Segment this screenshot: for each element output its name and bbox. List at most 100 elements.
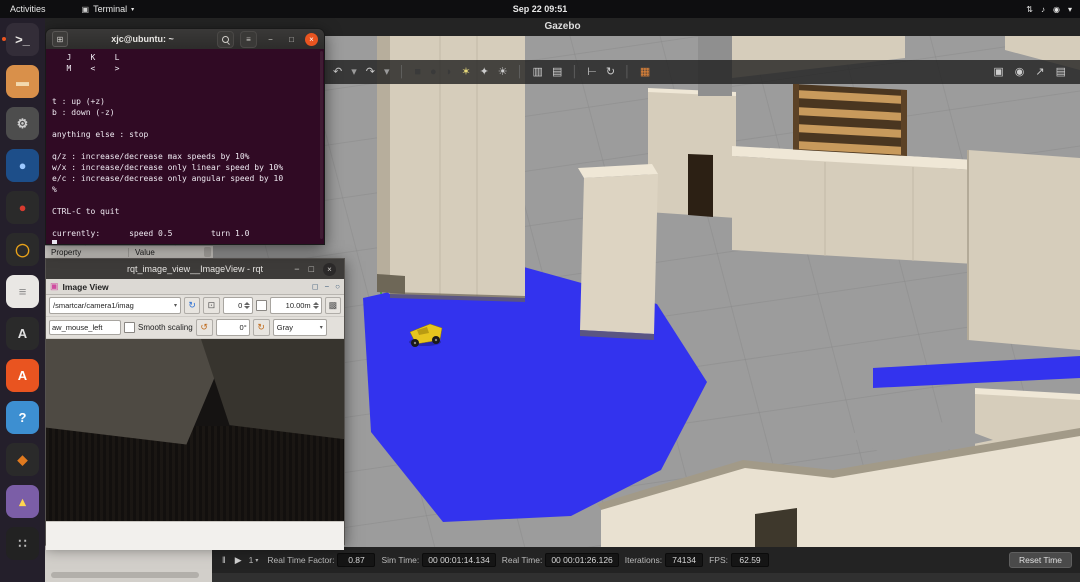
power-icon[interactable]: ◉ <box>1053 5 1060 14</box>
wall-doorway-shadow <box>377 274 405 294</box>
zoom-value: 0 <box>226 301 243 310</box>
terminal-title-bar[interactable]: ⊞ xjc@ubuntu: ~ ≡ − □ × <box>46 29 324 49</box>
colormap-dropdown[interactable]: Gray ▾ <box>273 319 327 336</box>
max-range-spinbox[interactable]: 10.00m <box>270 297 322 314</box>
save-image-button[interactable]: ⊡ <box>203 297 219 314</box>
reset-time-button[interactable]: Reset Time <box>1009 552 1072 568</box>
maximize-button[interactable]: □ <box>284 32 299 47</box>
dock-icon-camera-app[interactable]: ◯ <box>0 233 45 267</box>
plugin-minimize-button[interactable]: − <box>324 282 329 291</box>
redo-icon[interactable]: ↷ <box>366 60 375 84</box>
clock[interactable]: Sep 22 09:51 <box>513 4 568 14</box>
minimize-button[interactable]: − <box>294 264 299 274</box>
directional-light-icon[interactable]: ☀ <box>498 60 508 84</box>
real-time-factor-value: 0.87 <box>337 553 375 567</box>
horizontal-scrollbar[interactable] <box>51 572 199 578</box>
copy-icon[interactable]: ▥ <box>533 60 543 84</box>
close-button[interactable]: × <box>323 263 336 276</box>
dock-icon-browser[interactable]: ● <box>0 149 45 183</box>
log-icon[interactable]: ▤ <box>1056 60 1066 84</box>
play-button[interactable]: ▶ <box>233 555 244 566</box>
value-column-header[interactable]: Value <box>129 248 204 257</box>
box-icon[interactable]: ■ <box>414 60 421 84</box>
system-tray[interactable]: ⇅ ♪ ◉ ▾ <box>1026 5 1080 14</box>
dock-icon-help[interactable]: ? <box>0 401 45 435</box>
separator: │ <box>571 60 578 84</box>
close-button[interactable]: × <box>305 33 318 46</box>
app-menu[interactable]: ▣ Terminal ▾ <box>82 4 135 14</box>
spot-light-icon[interactable]: ✦ <box>480 60 489 84</box>
rotation-angle-value: 0° <box>219 323 247 332</box>
camera-image-view[interactable] <box>46 339 344 521</box>
app-menu-label: Terminal <box>93 4 127 14</box>
screenshot-icon[interactable]: ▣ <box>993 60 1003 84</box>
image-view-plugin-bar: ▣ Image View ◻ − ○ <box>46 279 344 295</box>
image-view-plugin-icon: ▣ <box>50 281 59 292</box>
rqt-title-bar[interactable]: rqt_image_view__ImageView - rqt − □ × <box>46 259 344 279</box>
steps-value: 1 <box>249 555 254 565</box>
building-editor-icon[interactable]: ▦ <box>640 60 650 84</box>
spinner-arrows-icon[interactable] <box>244 302 250 309</box>
rotate-left-button[interactable]: ↺ <box>196 319 213 336</box>
dock-icon-image-viewer[interactable]: ▴ <box>0 485 45 519</box>
dock-icon-gazebo[interactable]: ● <box>0 191 45 225</box>
dock-icon-orange-app[interactable]: ◆ <box>0 443 45 477</box>
minimize-button[interactable]: − <box>263 32 278 47</box>
undock-button[interactable]: ◻ <box>312 282 319 291</box>
spinner-arrows-icon[interactable] <box>313 302 319 309</box>
image-options-button[interactable]: ▩ <box>325 297 341 314</box>
tray-caret-icon[interactable]: ▾ <box>1068 5 1072 14</box>
point-light-icon[interactable]: ✶ <box>461 60 470 84</box>
fps-value: 62.59 <box>731 553 769 567</box>
dock-icon-show-apps[interactable]: ∷ <box>0 527 45 561</box>
dock-icon-files[interactable]: ▬ <box>0 65 45 99</box>
undo-icon[interactable]: ↶ <box>333 60 342 84</box>
dock-icon-terminal[interactable]: >_ <box>0 23 45 57</box>
undo-caret-icon[interactable]: ▾ <box>351 60 357 84</box>
volume-icon[interactable]: ♪ <box>1041 5 1045 14</box>
rotation-angle-spinbox[interactable]: 0° <box>216 319 250 336</box>
dock-icon-settings[interactable]: ⚙ <box>0 107 45 141</box>
wall-freestanding[interactable] <box>578 164 658 340</box>
zoom-spinbox[interactable]: 0 <box>223 297 254 314</box>
snap-rotate-icon[interactable]: ↻ <box>606 60 615 84</box>
network-icon[interactable]: ⇅ <box>1026 5 1033 14</box>
rqt-window: rqt_image_view__ImageView - rqt − □ × ▣ … <box>45 258 345 545</box>
dock-icon-ubuntu-software[interactable]: A <box>0 359 45 393</box>
smooth-scaling-checkbox[interactable] <box>124 322 135 333</box>
sphere-icon[interactable]: ● <box>430 60 437 84</box>
steps-dropdown[interactable]: 1 ▾ <box>249 555 259 565</box>
separator: │ <box>624 60 631 84</box>
terminal-output[interactable]: J K L M < >t : up (+z)b : down (-z)anyth… <box>46 49 324 245</box>
paste-icon[interactable]: ▤ <box>552 60 562 84</box>
align-icon[interactable]: ⊢ <box>587 60 597 84</box>
app-glyph: ▬ <box>16 74 29 89</box>
maximize-button[interactable]: □ <box>309 264 314 274</box>
terminal-scrollbar[interactable] <box>320 51 323 239</box>
pause-button[interactable]: ‖ <box>220 555 228 565</box>
refresh-topics-button[interactable]: ↻ <box>184 297 200 314</box>
plugin-title: Image View <box>63 282 109 292</box>
plot-icon[interactable]: ↗ <box>1035 60 1044 84</box>
plugin-close-button[interactable]: ○ <box>335 282 340 291</box>
property-column-header[interactable]: Property <box>45 248 129 257</box>
cylinder-icon[interactable]: ◗ <box>446 60 453 84</box>
search-icon[interactable] <box>217 31 234 48</box>
mouse-topic-input[interactable] <box>49 320 121 335</box>
app-glyph: ● <box>19 200 27 215</box>
redo-caret-icon[interactable]: ▾ <box>384 60 390 84</box>
topic-dropdown[interactable]: /smartcar/camera1/imag ▾ <box>49 297 181 314</box>
steps-caret-icon: ▾ <box>255 557 258 564</box>
rotate-right-button[interactable]: ↻ <box>253 319 270 336</box>
dock-icon-archive[interactable]: A <box>0 317 45 351</box>
camera-wall-right <box>201 339 344 439</box>
dynamic-range-checkbox[interactable] <box>256 300 267 311</box>
dock-icon-text-editor[interactable]: ≡ <box>0 275 45 309</box>
record-icon[interactable]: ◉ <box>1015 60 1025 84</box>
camera-floor <box>46 426 344 521</box>
menu-icon[interactable]: ≡ <box>240 31 257 48</box>
activities-button[interactable]: Activities <box>0 4 56 14</box>
panel-scrollbar[interactable] <box>204 247 211 257</box>
new-tab-icon[interactable]: ⊞ <box>52 31 68 47</box>
rqt-status-area <box>46 521 344 550</box>
